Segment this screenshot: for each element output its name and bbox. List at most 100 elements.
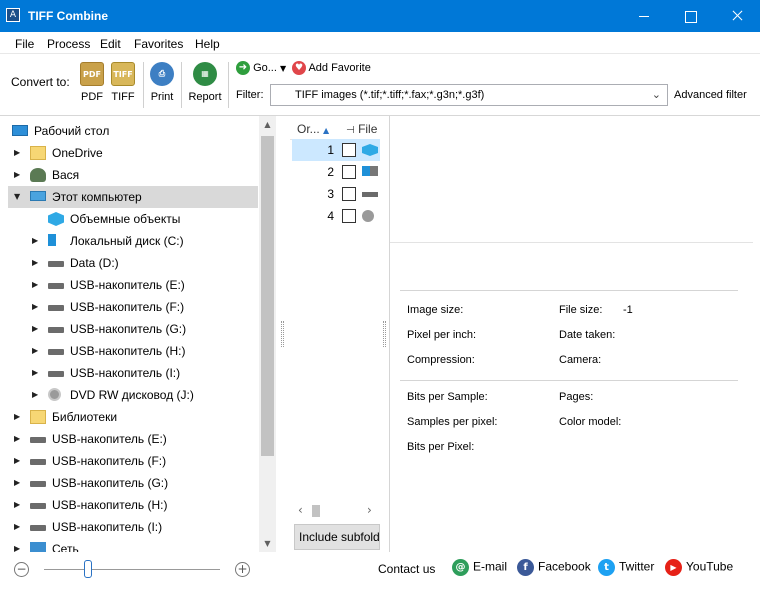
splitter-grip	[281, 321, 284, 347]
twitter-link[interactable]: t Twitter	[598, 559, 654, 576]
expand-arrow-icon[interactable]: ▶	[14, 478, 22, 488]
go-button[interactable]: ➜ Go... ▼	[236, 61, 286, 75]
minimize-button[interactable]	[621, 0, 667, 32]
zoom-in-icon[interactable]: +	[235, 562, 250, 577]
hscroll-thumb[interactable]	[312, 505, 320, 517]
splitter-left[interactable]	[277, 116, 289, 552]
tree-item[interactable]: ▶ Локальный диск (C:)	[8, 230, 258, 252]
tree-item[interactable]: ▶ USB-накопитель (I:)	[8, 362, 258, 384]
menu-favorites[interactable]: Favorites	[134, 37, 183, 51]
youtube-link[interactable]: ▶ YouTube	[665, 559, 733, 576]
advanced-filter-link[interactable]: Advanced filter	[674, 89, 747, 101]
close-button[interactable]	[714, 0, 760, 32]
tree-item-label: Вася	[52, 168, 80, 182]
contact-us-label: Contact us	[378, 562, 436, 576]
scroll-right-icon[interactable]: ›	[367, 503, 372, 517]
tree-item[interactable]: ▶ USB-накопитель (I:)	[8, 516, 258, 538]
youtube-label: YouTube	[686, 559, 734, 574]
tree-item[interactable]: Объемные объекты	[8, 208, 258, 230]
tree-item[interactable]: ▶ USB-накопитель (F:)	[8, 296, 258, 318]
file-row[interactable]: 1	[292, 139, 380, 161]
zoom-slider[interactable]	[44, 569, 220, 570]
print-button[interactable]: ⎙ Print	[145, 62, 179, 103]
column-order[interactable]: Or... ▲	[297, 122, 329, 136]
expand-arrow-icon[interactable]: ▶	[14, 170, 22, 180]
file-row-order: 1	[327, 143, 334, 157]
menu-file[interactable]: File	[15, 37, 34, 51]
file-row-order: 3	[327, 187, 334, 201]
expand-arrow-icon[interactable]: ▶	[14, 412, 22, 422]
maximize-button[interactable]	[667, 0, 713, 32]
expand-arrow-icon[interactable]: ▶	[32, 324, 40, 334]
expand-arrow-icon[interactable]: ▶	[14, 148, 22, 158]
tree-item[interactable]: ▶ USB-накопитель (E:)	[8, 428, 258, 450]
file-row-checkbox[interactable]	[342, 187, 356, 201]
zoom-slider-thumb[interactable]	[84, 560, 92, 578]
expand-arrow-icon[interactable]: ▶	[32, 302, 40, 312]
tree-item[interactable]: ▶ USB-накопитель (H:)	[8, 340, 258, 362]
convert-pdf-button[interactable]: PDF PDF	[75, 62, 109, 103]
tree-item[interactable]: ▶ OneDrive	[8, 142, 258, 164]
tree-item[interactable]: ▶ Библиотеки	[8, 406, 258, 428]
column-file[interactable]: ⊣ File	[346, 122, 377, 136]
tree-item[interactable]: ▶ USB-накопитель (H:)	[8, 494, 258, 516]
image-size-label: Image size:	[407, 304, 464, 316]
filter-dropdown[interactable]: TIFF images (*.tif;*.tiff;*.fax;*.g3n;*.…	[270, 84, 668, 106]
file-row-checkbox[interactable]	[342, 209, 356, 223]
include-subfolders-button[interactable]: Include subfolders	[294, 524, 380, 550]
tree-scrollbar[interactable]: ▲ ▼	[259, 116, 276, 552]
convert-tiff-button[interactable]: TIFF TIFF	[106, 62, 140, 103]
network-icon	[30, 542, 46, 552]
file-row-order: 4	[327, 209, 334, 223]
tree-item[interactable]: ▶ Вася	[8, 164, 258, 186]
facebook-link[interactable]: f Facebook	[517, 559, 591, 576]
file-row[interactable]: 4	[292, 205, 380, 227]
menu-help[interactable]: Help	[195, 37, 220, 51]
scroll-down-icon[interactable]: ▼	[259, 535, 276, 552]
scroll-left-icon[interactable]: ‹	[298, 503, 303, 517]
expand-arrow-icon[interactable]: ▶	[32, 368, 40, 378]
tree-item[interactable]: ▶ Data (D:)	[8, 252, 258, 274]
report-button[interactable]: ▦ Report	[188, 62, 222, 103]
zoom-out-icon[interactable]: −	[14, 562, 29, 577]
tree-item[interactable]: ▼ Этот компьютер	[8, 186, 258, 208]
expand-arrow-icon[interactable]: ▶	[14, 500, 22, 510]
file-row-checkbox[interactable]	[342, 165, 356, 179]
color-model-label: Color model:	[559, 416, 622, 428]
expand-arrow-icon[interactable]: ▶	[14, 522, 22, 532]
file-row[interactable]: 2	[292, 161, 380, 183]
email-link[interactable]: @ E-mail	[452, 559, 507, 576]
collapse-arrow-icon[interactable]: ▼	[14, 192, 22, 202]
file-row-checkbox[interactable]	[342, 143, 356, 157]
file-list-hscrollbar[interactable]: ‹ ›	[292, 502, 380, 519]
menu-process[interactable]: Process	[47, 37, 90, 51]
user-icon	[30, 168, 46, 182]
expand-arrow-icon[interactable]: ▶	[14, 456, 22, 466]
expand-arrow-icon[interactable]: ▶	[32, 258, 40, 268]
tree-item-label: OneDrive	[52, 146, 103, 160]
drive-icon	[48, 261, 64, 267]
menu-edit[interactable]: Edit	[100, 37, 121, 51]
tree-item[interactable]: ▶ USB-накопитель (G:)	[8, 318, 258, 340]
twitter-icon: t	[598, 559, 615, 576]
expand-arrow-icon[interactable]: ▶	[32, 390, 40, 400]
expand-arrow-icon[interactable]: ▶	[14, 434, 22, 444]
scroll-thumb[interactable]	[261, 136, 274, 456]
tree-item[interactable]: ▶ Сеть	[8, 538, 258, 552]
tree-item[interactable]: Рабочий стол	[8, 120, 258, 142]
tree-item[interactable]: ▶ DVD RW дисковод (J:)	[8, 384, 258, 406]
file-row[interactable]: 3	[292, 183, 380, 205]
tree-item[interactable]: ▶ USB-накопитель (G:)	[8, 472, 258, 494]
expand-arrow-icon[interactable]: ▶	[32, 280, 40, 290]
scroll-up-icon[interactable]: ▲	[259, 116, 276, 133]
expand-arrow-icon[interactable]: ▶	[32, 346, 40, 356]
splitter-right[interactable]	[380, 116, 389, 552]
expand-arrow-icon[interactable]: ▶	[32, 236, 40, 246]
tree-item[interactable]: ▶ USB-накопитель (F:)	[8, 450, 258, 472]
file-size-value: -1	[623, 304, 633, 316]
facebook-icon: f	[517, 559, 534, 576]
expand-arrow-icon[interactable]: ▶	[14, 544, 22, 552]
tree-item[interactable]: ▶ USB-накопитель (E:)	[8, 274, 258, 296]
info-divider	[400, 290, 738, 291]
add-favorite-button[interactable]: ♥ Add Favorite	[292, 61, 371, 75]
